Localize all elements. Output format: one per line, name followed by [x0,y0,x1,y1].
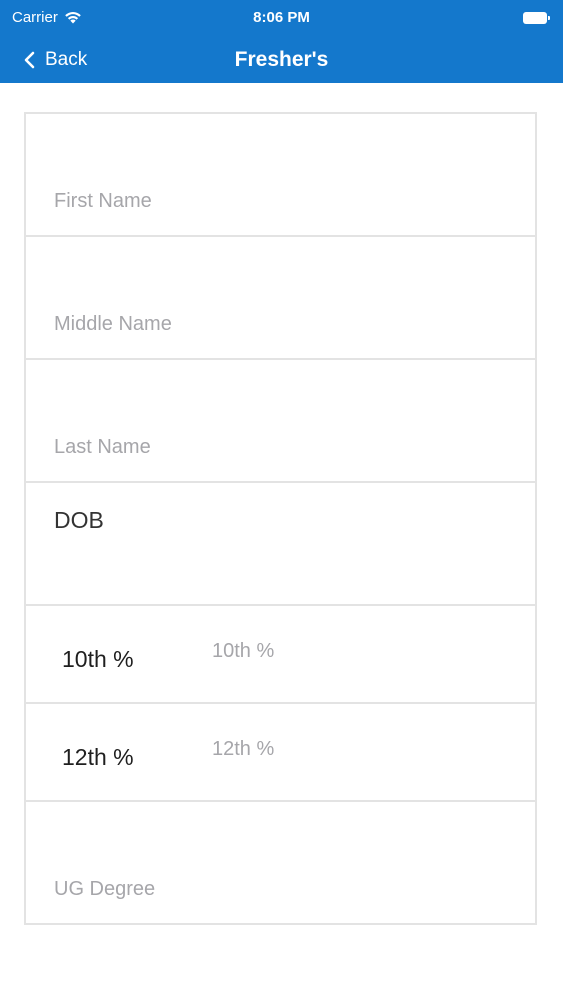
middle-name-field[interactable] [54,313,515,336]
middle-name-row [26,237,535,360]
twelfth-percent-row: 12th % [26,704,535,802]
tenth-percent-label: 10th % [62,646,134,672]
twelfth-percent-field[interactable] [212,738,502,761]
twelfth-percent-label: 12th % [62,744,134,770]
tenth-percent-row: 10th % [26,606,535,704]
last-name-row [26,360,535,483]
first-name-row [26,114,535,237]
top-bar: Carrier 8:06 PM Back Fresher's [0,0,563,83]
tenth-percent-field[interactable] [212,640,502,663]
status-bar: Carrier 8:06 PM [0,0,563,36]
ug-degree-field[interactable] [54,878,515,901]
clock: 8:06 PM [253,9,310,26]
page-title: Fresher's [234,48,329,71]
last-name-field[interactable] [54,436,515,459]
first-name-field[interactable] [54,190,515,213]
navigation-bar: Back Fresher's [0,36,563,83]
ug-degree-row [26,802,535,925]
battery-icon [523,12,550,24]
dob-row[interactable]: DOB [26,483,535,606]
fresher-form: DOB 10th % 12th % [24,112,537,925]
dob-label[interactable]: DOB [54,507,104,534]
